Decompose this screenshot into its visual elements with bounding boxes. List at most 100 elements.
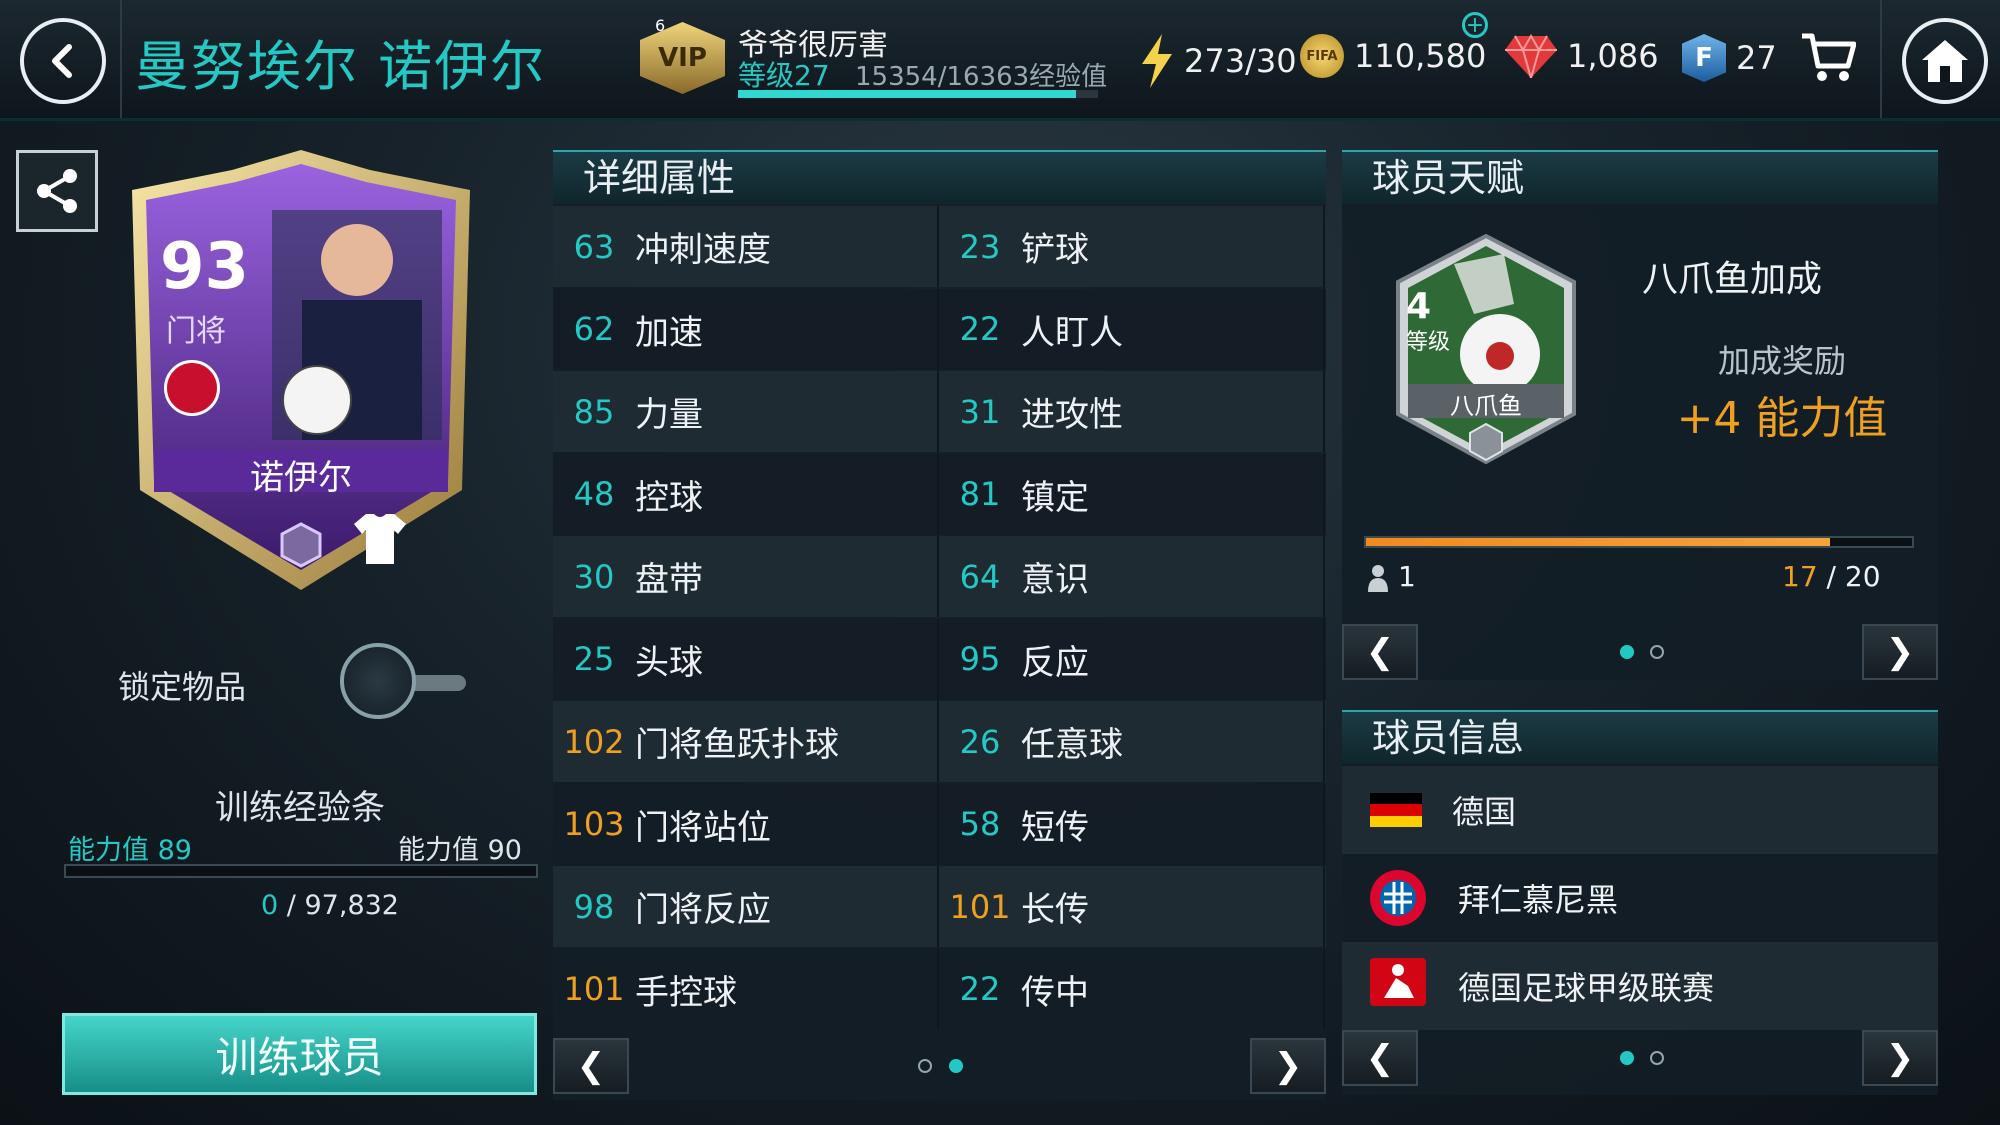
cart-button[interactable] — [1800, 30, 1857, 90]
attribute-name: 任意球 — [1021, 725, 1123, 765]
attribute-value: 62 — [573, 310, 615, 348]
attribute-name: 门将站位 — [635, 807, 771, 848]
attribute-row: 63 冲刺速度 23 铲球 — [553, 206, 1326, 287]
attribute-row: 98 门将反应 101 长传 — [553, 866, 1326, 947]
attributes-next-button[interactable]: ❯ — [1250, 1038, 1326, 1094]
attribute-cell-right: 22 人盯人 — [939, 288, 1325, 370]
vip-badge-icon[interactable]: VIP — [640, 22, 725, 94]
talent-page-dot-1[interactable] — [1620, 645, 1634, 659]
club-row[interactable]: 拜仁慕尼黑 — [1342, 854, 1938, 942]
attribute-row: 102 门将鱼跃扑球 26 任意球 — [553, 701, 1326, 782]
gem-icon — [1505, 34, 1557, 78]
attribute-row: 25 头球 95 反应 — [553, 618, 1326, 700]
attribute-value: 64 — [959, 557, 1001, 596]
energy-display[interactable]: 273/30 — [1140, 34, 1297, 88]
attribute-cell-left: 98 门将反应 — [553, 866, 939, 947]
divider — [1880, 0, 1882, 118]
ovr-current-label: 能力值 — [68, 835, 149, 866]
attribute-value: 95 — [959, 640, 1001, 678]
training-bar — [64, 864, 538, 878]
attribute-row: 48 控球 81 镇定 — [553, 453, 1326, 535]
player-info-panel: 球员信息 德国 拜仁慕尼黑 德国足球甲级联赛 ❮ ❯ — [1342, 710, 1938, 1095]
talent-title: 八爪鱼加成 — [1642, 259, 1823, 300]
nation-row[interactable]: 德国 — [1342, 766, 1938, 854]
talent-progress-total: 20 — [1844, 560, 1881, 593]
gems-display[interactable]: 1,086 — [1505, 34, 1659, 78]
talent-reward-value: +4 能力值 — [1676, 393, 1888, 444]
germany-flag-icon — [1370, 793, 1422, 827]
chevron-left-icon: ❮ — [1365, 1038, 1395, 1078]
chevron-right-icon: ❯ — [1885, 1038, 1915, 1078]
card-rating: 93 — [160, 230, 250, 304]
league-row[interactable]: 德国足球甲级联赛 — [1342, 942, 1938, 1030]
attribute-cell-left: 63 冲刺速度 — [553, 206, 939, 287]
info-page-dot-1[interactable] — [1620, 1051, 1634, 1065]
talent-progress-sep: / — [1826, 560, 1836, 593]
vip-level: 6 — [655, 16, 666, 35]
xp-text: 15354/16363经验值 — [855, 62, 1108, 92]
training-progress-total: 97,832 — [304, 890, 399, 921]
attribute-name: 门将鱼跃扑球 — [635, 725, 839, 765]
page-dot-2[interactable] — [949, 1059, 963, 1073]
card-position: 门将 — [166, 314, 226, 349]
cart-icon — [1802, 33, 1857, 81]
fifa-points-display[interactable]: F 27 — [1682, 34, 1777, 82]
info-page-dot-2[interactable] — [1650, 1051, 1664, 1065]
kit-icon — [354, 514, 406, 564]
home-button[interactable] — [1902, 18, 1988, 104]
attribute-row: 62 加速 22 人盯人 — [553, 288, 1326, 370]
talent-badge-name: 八爪鱼 — [1450, 392, 1522, 420]
attribute-cell-left: 103 门将站位 — [553, 783, 939, 865]
attribute-value: 58 — [959, 805, 1001, 843]
attribute-value: 30 — [573, 557, 615, 596]
attribute-cell-right: 81 镇定 — [939, 453, 1325, 535]
attribute-cell-right: 23 铲球 — [939, 206, 1325, 287]
lock-label: 锁定物品 — [118, 668, 247, 706]
attribute-row: 30 盘带 64 意识 — [553, 536, 1326, 617]
back-button[interactable] — [20, 18, 106, 104]
attribute-name: 镇定 — [1021, 477, 1089, 518]
attribute-value: 22 — [959, 310, 1001, 348]
chevron-left-icon: ❮ — [576, 1046, 606, 1086]
ovr-next-label: 能力值 — [398, 835, 479, 866]
info-next-button[interactable]: ❯ — [1862, 1030, 1938, 1086]
attribute-cell-right: 31 进攻性 — [939, 371, 1325, 452]
xp-bar — [738, 90, 1098, 98]
train-player-button[interactable]: 训练球员 — [62, 1013, 537, 1095]
coins-display[interactable]: FIFA 110,580 — [1300, 34, 1486, 78]
attribute-cell-right: 101 长传 — [939, 866, 1325, 947]
bayern-crest-icon — [1370, 870, 1426, 926]
page-dot-1[interactable] — [918, 1059, 932, 1073]
attribute-name: 反应 — [1021, 642, 1089, 683]
info-prev-button[interactable]: ❮ — [1342, 1030, 1418, 1086]
attribute-value: 63 — [573, 227, 615, 266]
player-card[interactable]: 93 门将 诺伊尔 — [112, 150, 490, 590]
attribute-cell-right: 95 反应 — [939, 618, 1325, 700]
chevron-right-icon: ❯ — [1885, 632, 1915, 672]
share-button[interactable] — [16, 150, 98, 232]
training-bar-label: 训练经验条 — [215, 788, 385, 828]
attribute-cell-left: 25 头球 — [553, 618, 939, 700]
attribute-value: 101 — [949, 887, 1011, 926]
vip-label: VIP — [658, 43, 707, 73]
talent-next-button[interactable]: ❯ — [1862, 624, 1938, 680]
attribute-row: 103 门将站位 58 短传 — [553, 783, 1326, 865]
fifa-points-icon: F — [1682, 34, 1726, 82]
talent-prev-button[interactable]: ❮ — [1342, 624, 1418, 680]
attribute-cell-right: 58 短传 — [939, 783, 1325, 865]
bundesliga-logo-icon — [1370, 958, 1426, 1006]
ovr-current: 能力值 89 — [68, 828, 192, 867]
attribute-cell-left: 30 盘带 — [553, 536, 939, 617]
nation-name: 德国 — [1452, 793, 1517, 831]
attribute-value: 98 — [573, 887, 615, 926]
card-name: 诺伊尔 — [250, 458, 352, 498]
attribute-cell-left: 62 加速 — [553, 288, 939, 370]
attributes-prev-button[interactable]: ❮ — [553, 1038, 629, 1094]
top-bar: 曼努埃尔 诺伊尔 VIP 6 爷爷很厉害 等级27 15354/16363经验值… — [0, 0, 2000, 121]
training-progress-current: 0 — [261, 890, 279, 921]
lock-toggle[interactable] — [340, 643, 468, 723]
talent-page-dot-2[interactable] — [1650, 645, 1664, 659]
attribute-cell-right: 22 传中 — [939, 948, 1325, 1030]
attribute-value: 31 — [959, 392, 1001, 431]
attributes-panel: 详细属性 63 冲刺速度 23 铲球 62 加速 22 人盯人 85 力量 31 进攻性 48 控球 81 镇… — [553, 150, 1326, 1100]
